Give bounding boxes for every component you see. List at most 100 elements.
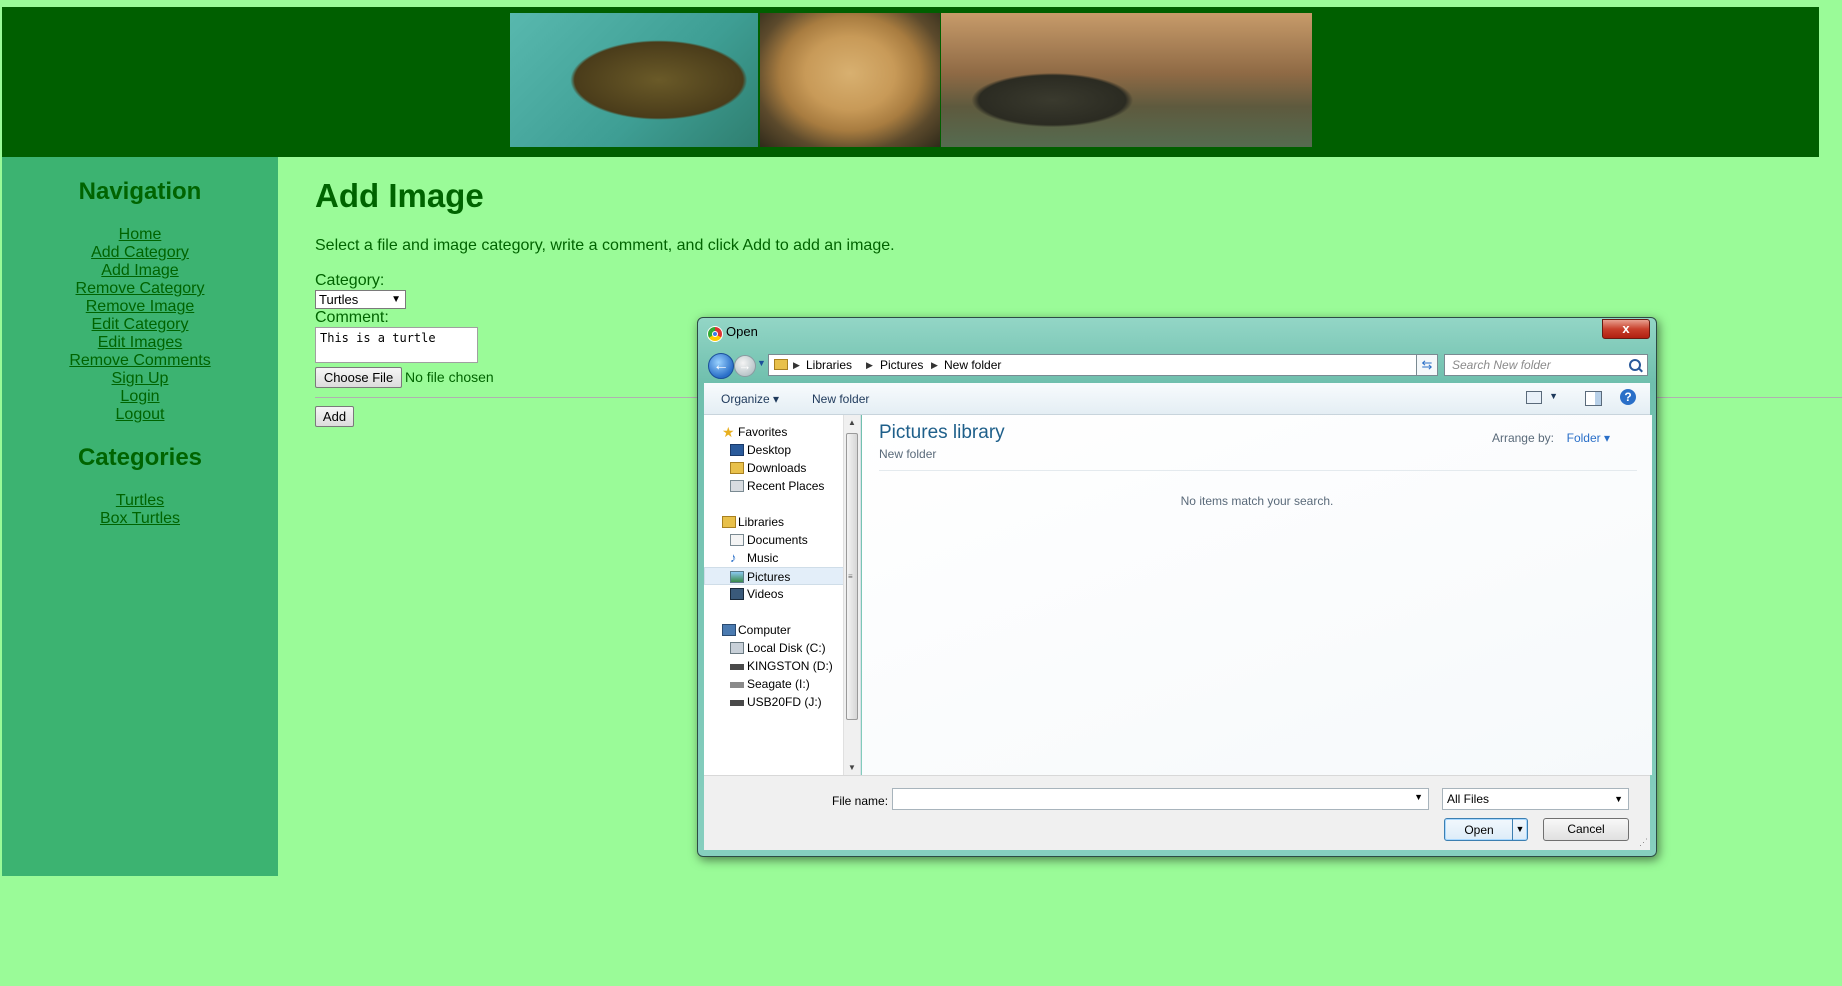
search-placeholder: Search New folder [1452,358,1551,372]
help-icon[interactable]: ? [1620,389,1636,405]
painted-turtles-photo [941,13,1312,147]
change-view-icon[interactable] [1526,391,1542,404]
usb-drive-icon [730,700,744,706]
empty-message: No items match your search. [1180,494,1334,508]
chevron-down-icon[interactable]: ▼ [1512,819,1527,840]
file-type-select[interactable]: All Files ▼ [1442,788,1629,810]
open-file-dialog: Open x ← → ▼ ▶ Libraries ▶ Pictures ▶ Ne… [697,317,1657,857]
star-icon: ★ [722,424,735,440]
nav-recent-places[interactable]: Recent Places [704,477,844,495]
choose-file-button[interactable]: Choose File [315,367,402,388]
close-button[interactable]: x [1602,319,1650,339]
open-button[interactable]: Open ▼ [1444,818,1528,841]
grip-icon: ≡ [848,572,853,581]
nav-link-edit-images[interactable]: Edit Images [2,334,278,352]
library-title: Pictures library [879,422,1005,443]
chevron-down-icon: ▼ [1614,794,1623,804]
nav-videos[interactable]: Videos [704,585,844,603]
chrome-icon [707,326,723,342]
nav-drive-d[interactable]: KINGSTON (D:) [704,657,844,675]
categories-list: Turtles Box Turtles [2,492,278,528]
nav-link-add-category[interactable]: Add Category [2,244,278,262]
content-pane: Pictures library New folder Arrange by: … [862,415,1652,775]
category-link-turtles[interactable]: Turtles [2,492,278,510]
desktop-icon [730,444,744,456]
arrange-by-label: Arrange by: [1491,431,1554,445]
pictures-icon [730,571,744,583]
nav-link-edit-category[interactable]: Edit Category [2,316,278,334]
chevron-right-icon: ▶ [931,360,938,370]
nav-music[interactable]: ♪ Music [704,549,844,567]
breadcrumb-libraries[interactable]: Libraries [806,355,852,375]
forward-arrow-icon[interactable]: → [734,355,756,377]
address-bar[interactable]: ▶ Libraries ▶ Pictures ▶ New folder ▼ [768,354,1428,376]
breadcrumb-pictures[interactable]: Pictures [880,355,923,375]
nav-desktop[interactable]: Desktop [704,441,844,459]
navigation-heading: Navigation [78,178,202,205]
divider [879,470,1637,471]
computer-icon [722,624,736,636]
nav-link-login[interactable]: Login [2,388,278,406]
nav-link-logout[interactable]: Logout [2,406,278,424]
breadcrumb-new-folder[interactable]: New folder [944,355,1001,375]
new-folder-button[interactable]: New folder [812,392,869,406]
scroll-down-icon[interactable]: ▼ [848,763,856,772]
instructions-text: Select a file and image category, write … [315,237,895,254]
dialog-footer: File name: ▼ All Files ▼ Open ▼ Cancel ⋰ [704,775,1650,850]
nav-libraries[interactable]: Libraries [704,513,844,531]
resize-grip-icon[interactable]: ⋰ [1639,837,1648,848]
libraries-icon [722,516,736,528]
nav-computer[interactable]: Computer [704,621,844,639]
nav-link-remove-comments[interactable]: Remove Comments [2,352,278,370]
chevron-down-icon[interactable]: ▼ [1549,391,1558,401]
chevron-down-icon[interactable]: ▼ [1414,792,1423,802]
search-icon [1629,359,1641,371]
file-status-text: No file chosen [405,369,494,385]
chevron-right-icon: ▶ [793,360,800,370]
nav-link-remove-category[interactable]: Remove Category [2,280,278,298]
golden-retriever-photo [760,13,940,147]
library-subtitle: New folder [879,447,937,461]
nav-link-add-image[interactable]: Add Image [2,262,278,280]
back-arrow-icon[interactable]: ← [708,353,734,379]
nav-link-remove-image[interactable]: Remove Image [2,298,278,316]
nav-documents[interactable]: Documents [704,531,844,549]
category-link-box-turtles[interactable]: Box Turtles [2,510,278,528]
file-name-input[interactable]: ▼ [892,788,1429,810]
chevron-down-icon: ▼ [391,294,401,305]
add-button[interactable]: Add [315,406,354,427]
nav-link-sign-up[interactable]: Sign Up [2,370,278,388]
preview-pane-icon[interactable] [1585,391,1602,406]
arrange-by-dropdown[interactable]: Folder ▾ [1567,431,1610,445]
file-type-value: All Files [1447,792,1490,806]
category-label: Category: [315,272,385,289]
documents-icon [730,534,744,546]
nav-drive-c[interactable]: Local Disk (C:) [704,639,844,657]
music-icon: ♪ [730,550,737,565]
refresh-icon[interactable]: ⇆ [1416,354,1438,376]
sidebar: Navigation Home Add Category Add Image R… [2,157,278,876]
chevron-right-icon: ▶ [866,360,873,370]
recent-places-icon [730,480,744,492]
nav-drive-j[interactable]: USB20FD (J:) [704,693,844,711]
navigation-pane: ★ Favorites Desktop Downloads Recent Pla… [704,415,861,775]
nav-link-home[interactable]: Home [2,226,278,244]
nav-pictures[interactable]: Pictures [704,567,854,585]
history-dropdown-icon[interactable]: ▼ [757,358,766,368]
category-select[interactable]: Turtles ▼ [315,290,406,309]
comment-textarea[interactable]: This is a turtle [315,327,478,363]
navigation-list: Home Add Category Add Image Remove Categ… [2,226,278,424]
cancel-button[interactable]: Cancel [1543,818,1629,841]
external-drive-icon [730,682,744,688]
nav-downloads[interactable]: Downloads [704,459,844,477]
search-input[interactable]: Search New folder [1444,354,1648,376]
usb-drive-icon [730,664,744,670]
videos-icon [730,588,744,600]
nav-pane-scrollbar[interactable]: ▲ ≡ ▼ [843,415,860,775]
scroll-up-icon[interactable]: ▲ [848,418,856,427]
organize-button[interactable]: Organize ▾ [721,392,779,406]
nav-drive-i[interactable]: Seagate (I:) [704,675,844,693]
file-name-label: File name: [832,794,889,808]
nav-favorites[interactable]: ★ Favorites [704,423,844,441]
open-button-label: Open [1464,823,1494,837]
